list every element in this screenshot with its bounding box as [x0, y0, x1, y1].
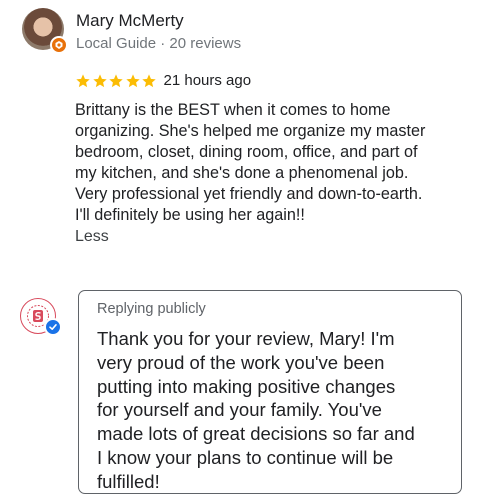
reply-textarea[interactable]: Replying publicly Thank you for your rev…	[78, 290, 462, 494]
star-icon	[125, 73, 140, 87]
star-icon	[76, 73, 90, 87]
review-text: Brittany is the BEST when it comes to ho…	[75, 101, 426, 224]
star-icon	[92, 73, 107, 87]
reply-text[interactable]: Thank you for your review, Mary! I'm ver…	[97, 327, 447, 494]
star-icon	[109, 73, 123, 87]
reviewer-header[interactable]: Mary McMerty Local Guide · 20 reviews	[22, 8, 241, 54]
star-rating	[75, 73, 158, 89]
reviewer-avatar-wrap[interactable]	[22, 8, 68, 54]
owner-avatar-wrap	[20, 298, 62, 336]
reviewer-name[interactable]: Mary McMerty	[76, 10, 241, 32]
reviewer-meta: Local Guide · 20 reviews	[76, 35, 242, 52]
less-button[interactable]: Less	[75, 228, 109, 246]
verified-check-icon	[44, 318, 62, 336]
rating-row: 21 hours ago	[75, 72, 251, 89]
reply-field-label: Replying publicly	[97, 301, 206, 317]
review-reply-page: Mary McMerty Local Guide · 20 reviews 21…	[0, 0, 480, 502]
local-guide-badge-icon	[50, 36, 68, 54]
reviewer-info: Mary McMerty Local Guide · 20 reviews	[76, 10, 241, 54]
review-time: 21 hours ago	[163, 72, 252, 89]
star-icon	[142, 73, 156, 87]
